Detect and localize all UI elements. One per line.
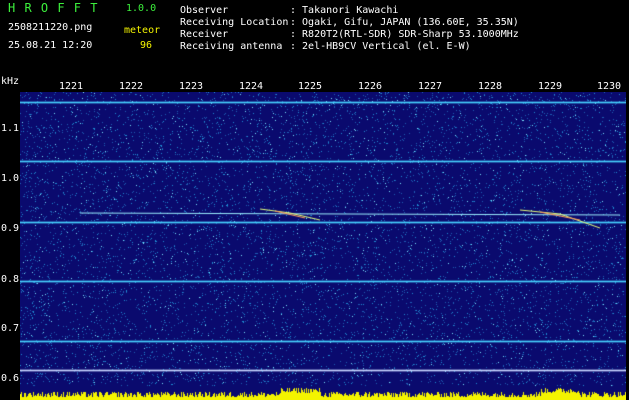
x-tick-label: 1227 [418,81,443,92]
info-value-location: : Ogaki, Gifu, JAPAN (136.60E, 35.35N) [290,17,519,28]
spectrogram-canvas [20,92,626,400]
spectrogram-window: H R O F F T 1.0.0 2508211220.png 25.08.2… [0,0,629,400]
x-tick-label: 1222 [119,81,144,92]
detector-label: meteor [124,25,161,36]
y-tick-label: 0.9 [1,223,20,234]
info-value-receiver: : R820T2(RTL-SDR) SDR-Sharp 53.1000MHz [290,29,519,40]
y-tick-label: 1.0 [1,173,20,184]
x-tick-label: 1224 [239,81,264,92]
y-tick-label: 0.7 [1,323,20,334]
x-tick-label: 1223 [179,81,204,92]
info-key-location: Receiving Location [180,17,289,28]
x-tick-label: 1225 [298,81,323,92]
info-key-observer: Observer [180,5,229,16]
file-datetime: 25.08.21 12:20 [8,40,93,51]
y-axis-unit: kHz [1,76,20,87]
y-tick-label: 0.8 [1,274,20,285]
y-tick-label: 0.6 [1,373,20,384]
info-key-receiver: Receiver [180,29,229,40]
info-value-antenna: : 2el-HB9CV Vertical (el. E-W) [290,41,471,52]
app-title: H R O F F T [8,1,99,15]
app-version: 1.0.0 [126,3,157,14]
spectrogram-plot [20,92,626,400]
x-tick-label: 1221 [59,81,84,92]
x-tick-label: 1226 [358,81,383,92]
x-tick-label: 1228 [478,81,503,92]
info-value-observer: : Takanori Kawachi [290,5,399,16]
y-tick-label: 1.1 [1,123,20,134]
x-tick-label: 1229 [538,81,563,92]
info-key-antenna: Receiving antenna [180,41,283,52]
detector-count: 96 [140,40,153,51]
file-name: 2508211220.png [8,22,93,33]
x-tick-label: 1230 [597,81,622,92]
